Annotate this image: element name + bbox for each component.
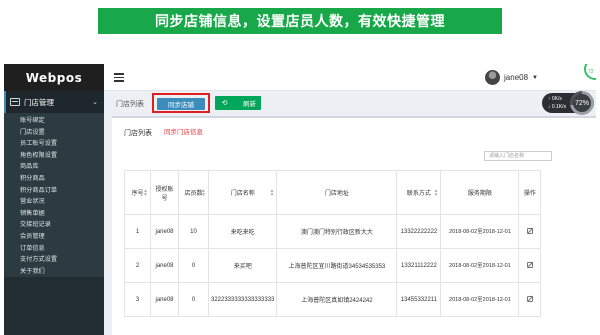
table-row: 2 jane08 0 来买吧 上海普陀区宜川路街道34534535353 133…	[124, 248, 542, 283]
col-header-label: 操作	[523, 191, 536, 197]
sidebar: Webpos 门店管理 ⌄ 账号绑定 门店设置 员工账号设置 角色权限设置 商品…	[4, 64, 104, 335]
col-header-label: 门店地址	[324, 191, 349, 197]
col-header-term[interactable]: 服务期限	[440, 170, 520, 215]
table-header-row: 序号 ▲ ▼ 授权账号 店员数 ▲ ▼ 门店名称 ▲ ▼ 门店地址 联系方式 ▲ ▼ 服务期限 …	[124, 170, 542, 215]
chevron-down-icon: ⌄	[92, 99, 98, 106]
sort-icon: ▲ ▼	[201, 187, 206, 198]
col-header-address[interactable]: 门店地址	[276, 170, 398, 215]
sidebar-section-store-management[interactable]: 门店管理 ⌄	[4, 91, 104, 113]
avatar	[485, 70, 501, 85]
sidebar-item-store-settings[interactable]: 门店设置	[4, 127, 104, 139]
tab-store-list[interactable]: 门店列表	[116, 99, 144, 109]
cell-actions	[518, 248, 542, 283]
sidebar-submenu: 账号绑定 门店设置 员工账号设置 角色权限设置 商品库 积分商品 积分商品订单 …	[4, 113, 104, 278]
edit-icon[interactable]	[526, 227, 533, 234]
cell-name: 来吃来吃	[207, 214, 278, 249]
sync-store-button[interactable]: 同步店铺	[157, 98, 205, 110]
cell-staff: 0	[178, 248, 209, 283]
app-window: Webpos 门店管理 ⌄ 账号绑定 门店设置 员工账号设置 角色权限设置 商品…	[4, 64, 596, 335]
cell-term: 2018-08-02至2018-12-01	[440, 214, 520, 249]
sidebar-item-staff-accounts[interactable]: 员工账号设置	[4, 138, 104, 150]
sidebar-item-account-binding[interactable]: 账号绑定	[4, 115, 104, 127]
col-header-name[interactable]: 门店名称 ▲ ▼	[207, 170, 278, 215]
cell-staff: 0	[178, 282, 209, 317]
col-header-staff[interactable]: 店员数 ▲ ▼	[178, 170, 209, 215]
cell-name: 3222333333333333333	[207, 282, 278, 317]
menu-toggle-icon[interactable]	[114, 73, 124, 82]
cell-address: 上海普陀区真如镇2424242	[276, 282, 398, 317]
refresh-button[interactable]: ⟲ 刷新	[215, 96, 261, 110]
col-header-label: 店员数	[184, 191, 203, 197]
store-table: 序号 ▲ ▼ 授权账号 店员数 ▲ ▼ 门店名称 ▲ ▼ 门店地址 联系方式 ▲ ▼ 服务期限 …	[124, 170, 542, 317]
store-icon	[10, 98, 20, 106]
corner-usage-value: 72	[588, 69, 594, 75]
cell-no: 2	[124, 248, 151, 283]
sidebar-item-shift-records[interactable]: 交接班记录	[4, 219, 104, 231]
col-header-contact[interactable]: 联系方式 ▲ ▼	[396, 170, 442, 215]
sidebar-item-members[interactable]: 会员管理	[4, 231, 104, 243]
top-navbar: jane08 ▼	[104, 64, 596, 91]
edit-icon[interactable]	[526, 261, 533, 268]
sidebar-item-orders[interactable]: 订单信息	[4, 243, 104, 255]
sidebar-item-product-library[interactable]: 商品库	[4, 161, 104, 173]
cell-contact: 13322222222	[396, 214, 442, 249]
usage-gauge: 72%	[570, 91, 594, 115]
sidebar-item-business-status[interactable]: 营业状况	[4, 196, 104, 208]
cell-term: 2018-08-02至2018-12-01	[440, 282, 520, 317]
col-header-label: 服务期限	[467, 191, 492, 197]
cell-account: jane08	[150, 282, 179, 317]
sync-store-info-link[interactable]: 同步门店信息	[164, 126, 203, 136]
col-header-label: 门店名称	[230, 191, 255, 197]
sidebar-section-label: 门店管理	[24, 97, 54, 107]
table-row: 1 jane08 10 来吃来吃 澳门澳门特别行政区新大大 1332222222…	[124, 214, 542, 249]
sidebar-item-sales-receipts[interactable]: 销售单据	[4, 208, 104, 220]
cell-contact: 13455332211	[396, 282, 442, 317]
user-menu[interactable]: jane08 ▼	[485, 70, 538, 85]
sort-icon: ▲ ▼	[143, 187, 148, 198]
username: jane08	[504, 73, 529, 82]
sort-icon: ▲ ▼	[269, 187, 275, 198]
col-header-label: 授权账号	[155, 186, 174, 202]
cell-account: jane08	[150, 248, 179, 283]
cell-actions	[518, 214, 542, 249]
cell-actions	[518, 282, 542, 317]
cell-no: 1	[124, 214, 151, 249]
cell-no: 3	[124, 282, 151, 317]
search-input[interactable]: 请输入门店名称	[484, 151, 552, 161]
refresh-label: 刷新	[243, 101, 256, 108]
panel-title: 门店列表	[124, 130, 152, 137]
promo-banner: 同步店铺信息，设置店员人数，有效快捷管理	[98, 8, 502, 34]
col-header-label: 序号	[131, 191, 144, 197]
table-row: 3 jane08 0 3222333333333333333 上海普陀区真如镇2…	[124, 282, 542, 317]
sidebar-item-points-orders[interactable]: 积分商品订单	[4, 185, 104, 197]
col-header-account[interactable]: 授权账号	[150, 170, 179, 215]
sidebar-item-points-products[interactable]: 积分商品	[4, 173, 104, 185]
brand-logo[interactable]: Webpos	[4, 64, 104, 91]
usage-percent: 72%	[573, 94, 591, 112]
cell-name: 来买吧	[207, 248, 278, 283]
cell-address: 澳门澳门特别行政区新大大	[276, 214, 398, 249]
caret-down-icon: ▼	[532, 74, 538, 81]
cell-address: 上海普陀区宜川路街道34534535353	[276, 248, 398, 283]
col-header-no[interactable]: 序号 ▲ ▼	[124, 170, 151, 215]
edit-icon[interactable]	[526, 295, 533, 302]
col-header-label: 联系方式	[406, 191, 431, 197]
store-list-panel: 门店列表 同步门店信息 请输入门店名称 序号 ▲ ▼ 授权账号 店员数 ▲ ▼ 门店名称…	[112, 116, 596, 335]
sidebar-item-payment-methods[interactable]: 支付方式设置	[4, 254, 104, 266]
toolbar: 门店列表 同步店铺 ⟲ 刷新	[104, 91, 554, 115]
cell-staff: 10	[178, 214, 209, 249]
refresh-icon: ⟲	[221, 100, 228, 107]
col-header-actions: 操作	[518, 170, 542, 215]
cell-term: 2018-08-02至2018-12-01	[440, 248, 520, 283]
cell-contact: 13321112222	[396, 248, 442, 283]
sidebar-item-role-permissions[interactable]: 角色权限设置	[4, 150, 104, 162]
sidebar-item-about[interactable]: 关于我们	[4, 266, 104, 278]
cell-account: jane08	[150, 214, 179, 249]
highlight-box: 同步店铺	[152, 93, 210, 113]
sort-icon: ▲ ▼	[433, 187, 439, 198]
